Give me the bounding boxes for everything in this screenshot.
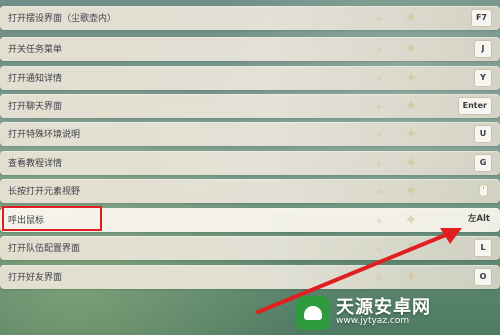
watermark-logo-icon — [296, 295, 330, 330]
red-arrow-annotation — [256, 228, 462, 314]
watermark: 天源安卓网 www.jytyaz.com — [296, 290, 500, 335]
watermark-url: www.jytyaz.com — [336, 316, 410, 327]
watermark-title: 天源安卓网 — [336, 296, 431, 318]
